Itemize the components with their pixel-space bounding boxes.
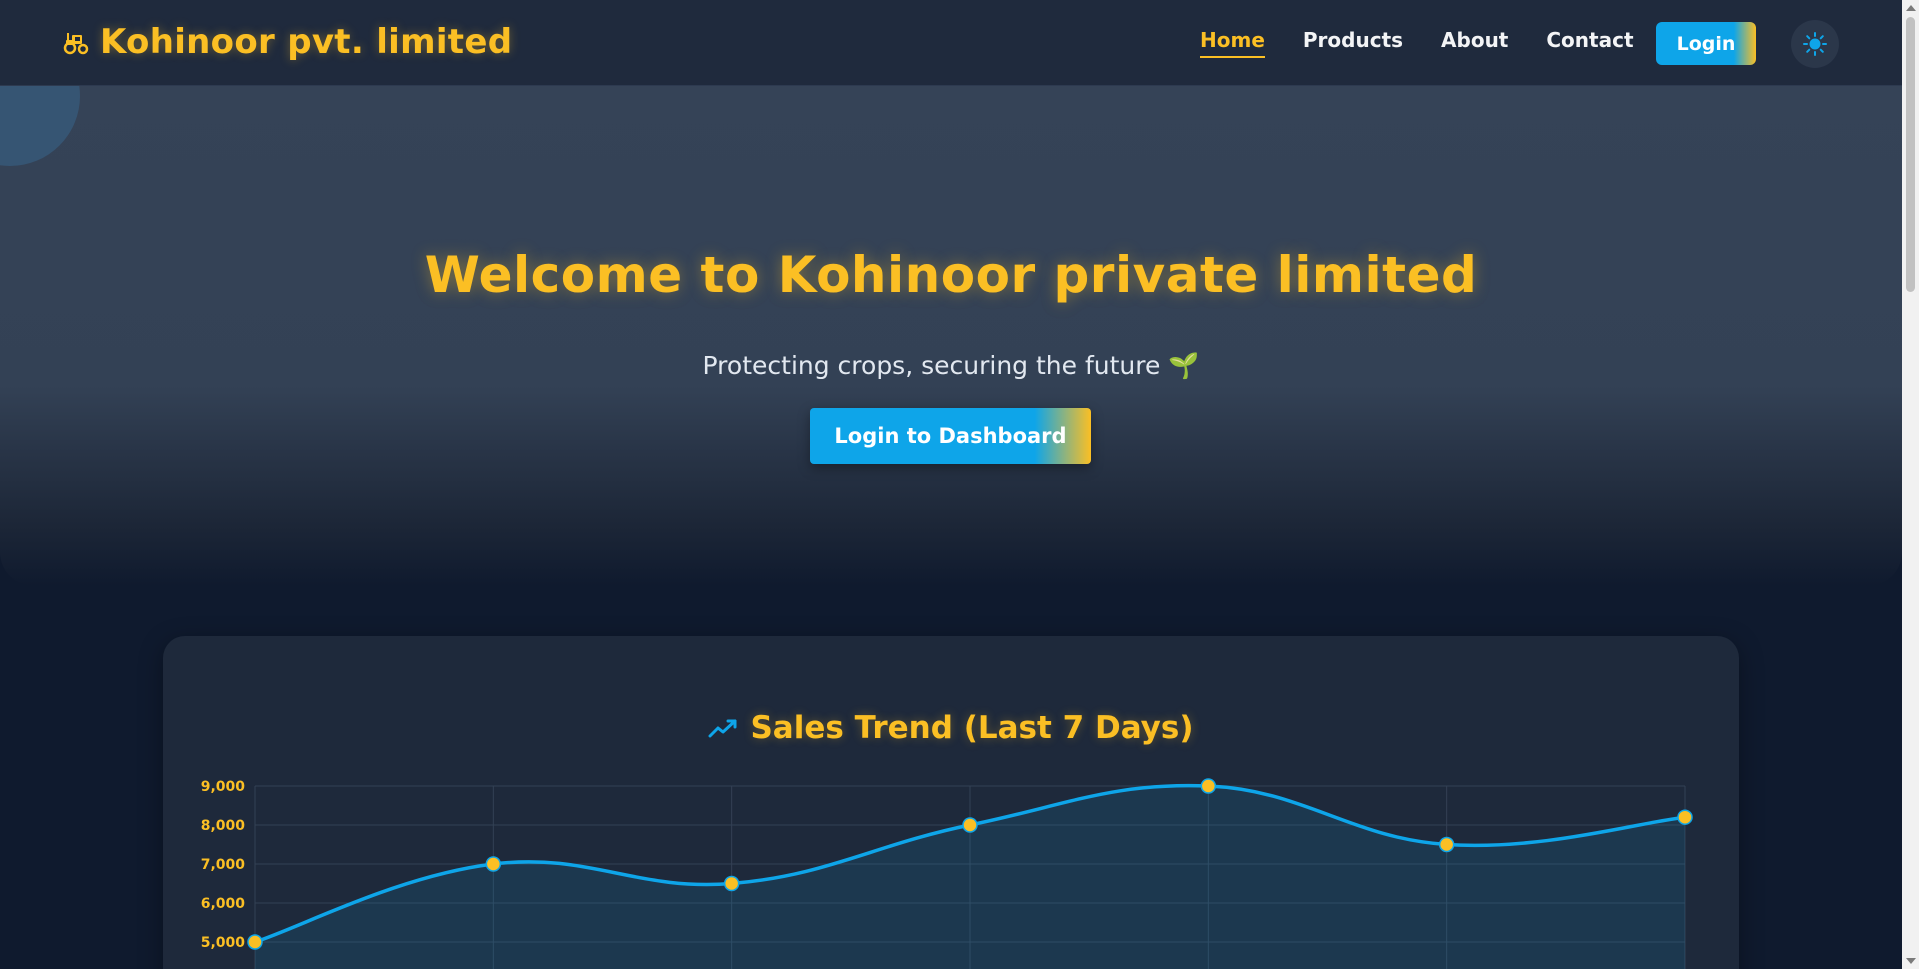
data-point xyxy=(1677,809,1693,825)
data-point xyxy=(247,934,263,950)
login-to-dashboard-button[interactable]: Login to Dashboard xyxy=(810,408,1091,464)
navbar: Kohinoor pvt. limited Home Products Abou… xyxy=(0,0,1902,86)
y-tick-label: 6,000 xyxy=(201,896,246,912)
data-point xyxy=(1438,836,1455,853)
hero-section: Welcome to Kohinoor private limited Prot… xyxy=(0,86,1902,586)
sun-icon xyxy=(1803,32,1827,56)
data-point xyxy=(485,856,502,872)
scroll-thumb[interactable] xyxy=(1906,17,1915,292)
hero-title: Welcome to Kohinoor private limited xyxy=(424,246,1478,304)
nav-link-contact[interactable]: Contact xyxy=(1546,28,1633,58)
data-point xyxy=(723,875,740,892)
scroll-up-arrow-icon[interactable] xyxy=(1906,5,1916,11)
hero-subtitle: Protecting crops, securing the future 🌱 xyxy=(702,351,1200,380)
nav-link-about[interactable]: About xyxy=(1441,28,1508,58)
nav-links: Home Products About Contact xyxy=(1200,28,1634,58)
y-tick-label: 9,000 xyxy=(201,779,246,795)
sales-chart-card: Sales Trend (Last 7 Days) 9,000 8,000 7,00… xyxy=(163,636,1739,969)
login-button[interactable]: Login xyxy=(1656,22,1756,65)
y-tick-label: 7,000 xyxy=(201,857,246,873)
sales-line-chart: 9,000 8,000 7,000 6,000 5,000 xyxy=(201,778,1693,969)
page-scrollbar[interactable] xyxy=(1902,0,1919,969)
nav-link-home[interactable]: Home xyxy=(1200,28,1265,58)
brand-name: Kohinoor pvt. limited xyxy=(100,22,513,62)
y-tick-label: 8,000 xyxy=(201,818,246,834)
theme-toggle-button[interactable] xyxy=(1791,20,1839,68)
scroll-down-arrow-icon[interactable] xyxy=(1906,958,1916,964)
tractor-icon xyxy=(63,33,89,55)
data-point xyxy=(962,817,978,833)
hero-decorative-blob xyxy=(0,86,80,166)
y-tick-label: 5,000 xyxy=(201,935,246,951)
brand[interactable]: Kohinoor pvt. limited xyxy=(62,22,512,62)
nav-link-products[interactable]: Products xyxy=(1303,28,1403,58)
data-point xyxy=(1200,778,1217,794)
